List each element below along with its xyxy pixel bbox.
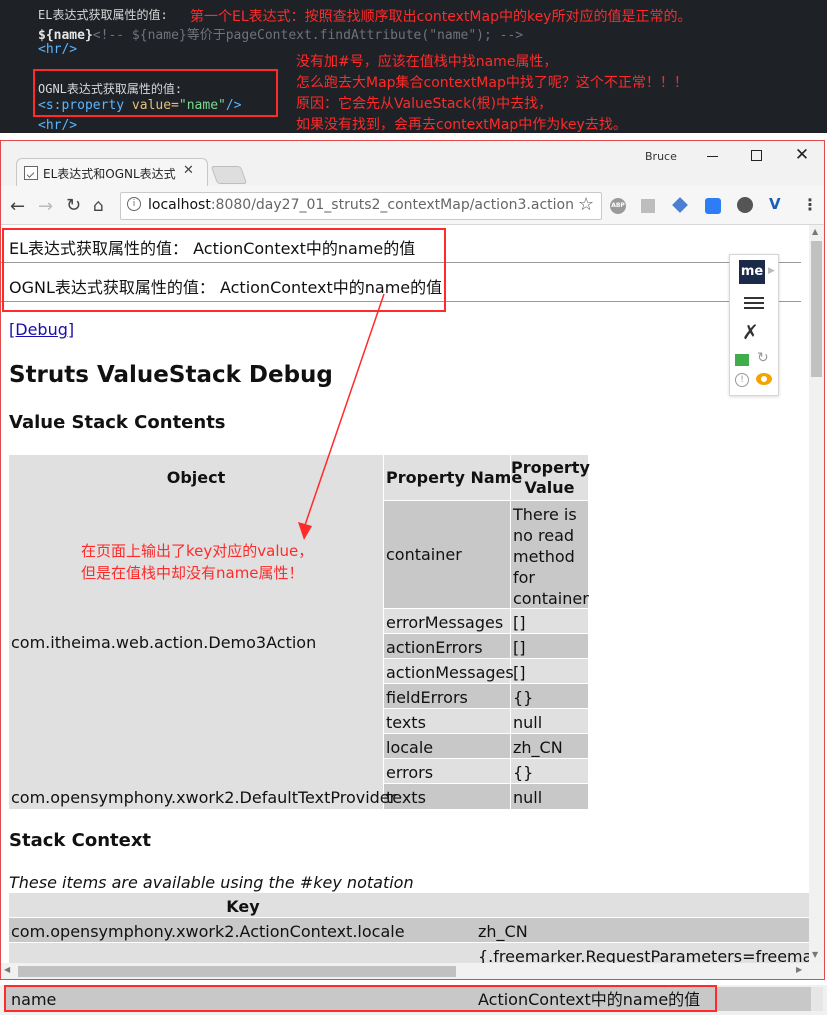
annotation-arrow xyxy=(298,293,385,540)
hamburger-menu-icon[interactable] xyxy=(744,297,764,309)
scroll-down-icon[interactable]: ▼ xyxy=(812,950,818,959)
eye-icon[interactable] xyxy=(756,373,772,385)
scroll-right-icon[interactable]: ▶ xyxy=(796,965,802,974)
scroll-left-icon[interactable]: ◀ xyxy=(4,965,10,974)
me-logo-icon[interactable]: me xyxy=(739,260,765,284)
context-value-cell: ActionContext中的name的值 xyxy=(478,990,701,1009)
horizontal-scroll-thumb[interactable] xyxy=(18,966,456,977)
refresh-small-icon[interactable]: ↻ xyxy=(757,350,769,366)
vertical-scroll-thumb[interactable] xyxy=(811,241,822,377)
info-circle-icon[interactable]: ! xyxy=(735,373,749,387)
magic-wand-icon[interactable]: ✗ xyxy=(742,320,759,344)
context-key-cell: name xyxy=(11,990,57,1009)
expand-panel-icon[interactable]: ▶ xyxy=(768,266,775,276)
scroll-up-icon[interactable]: ▲ xyxy=(812,227,818,236)
cast-icon[interactable] xyxy=(735,354,749,366)
